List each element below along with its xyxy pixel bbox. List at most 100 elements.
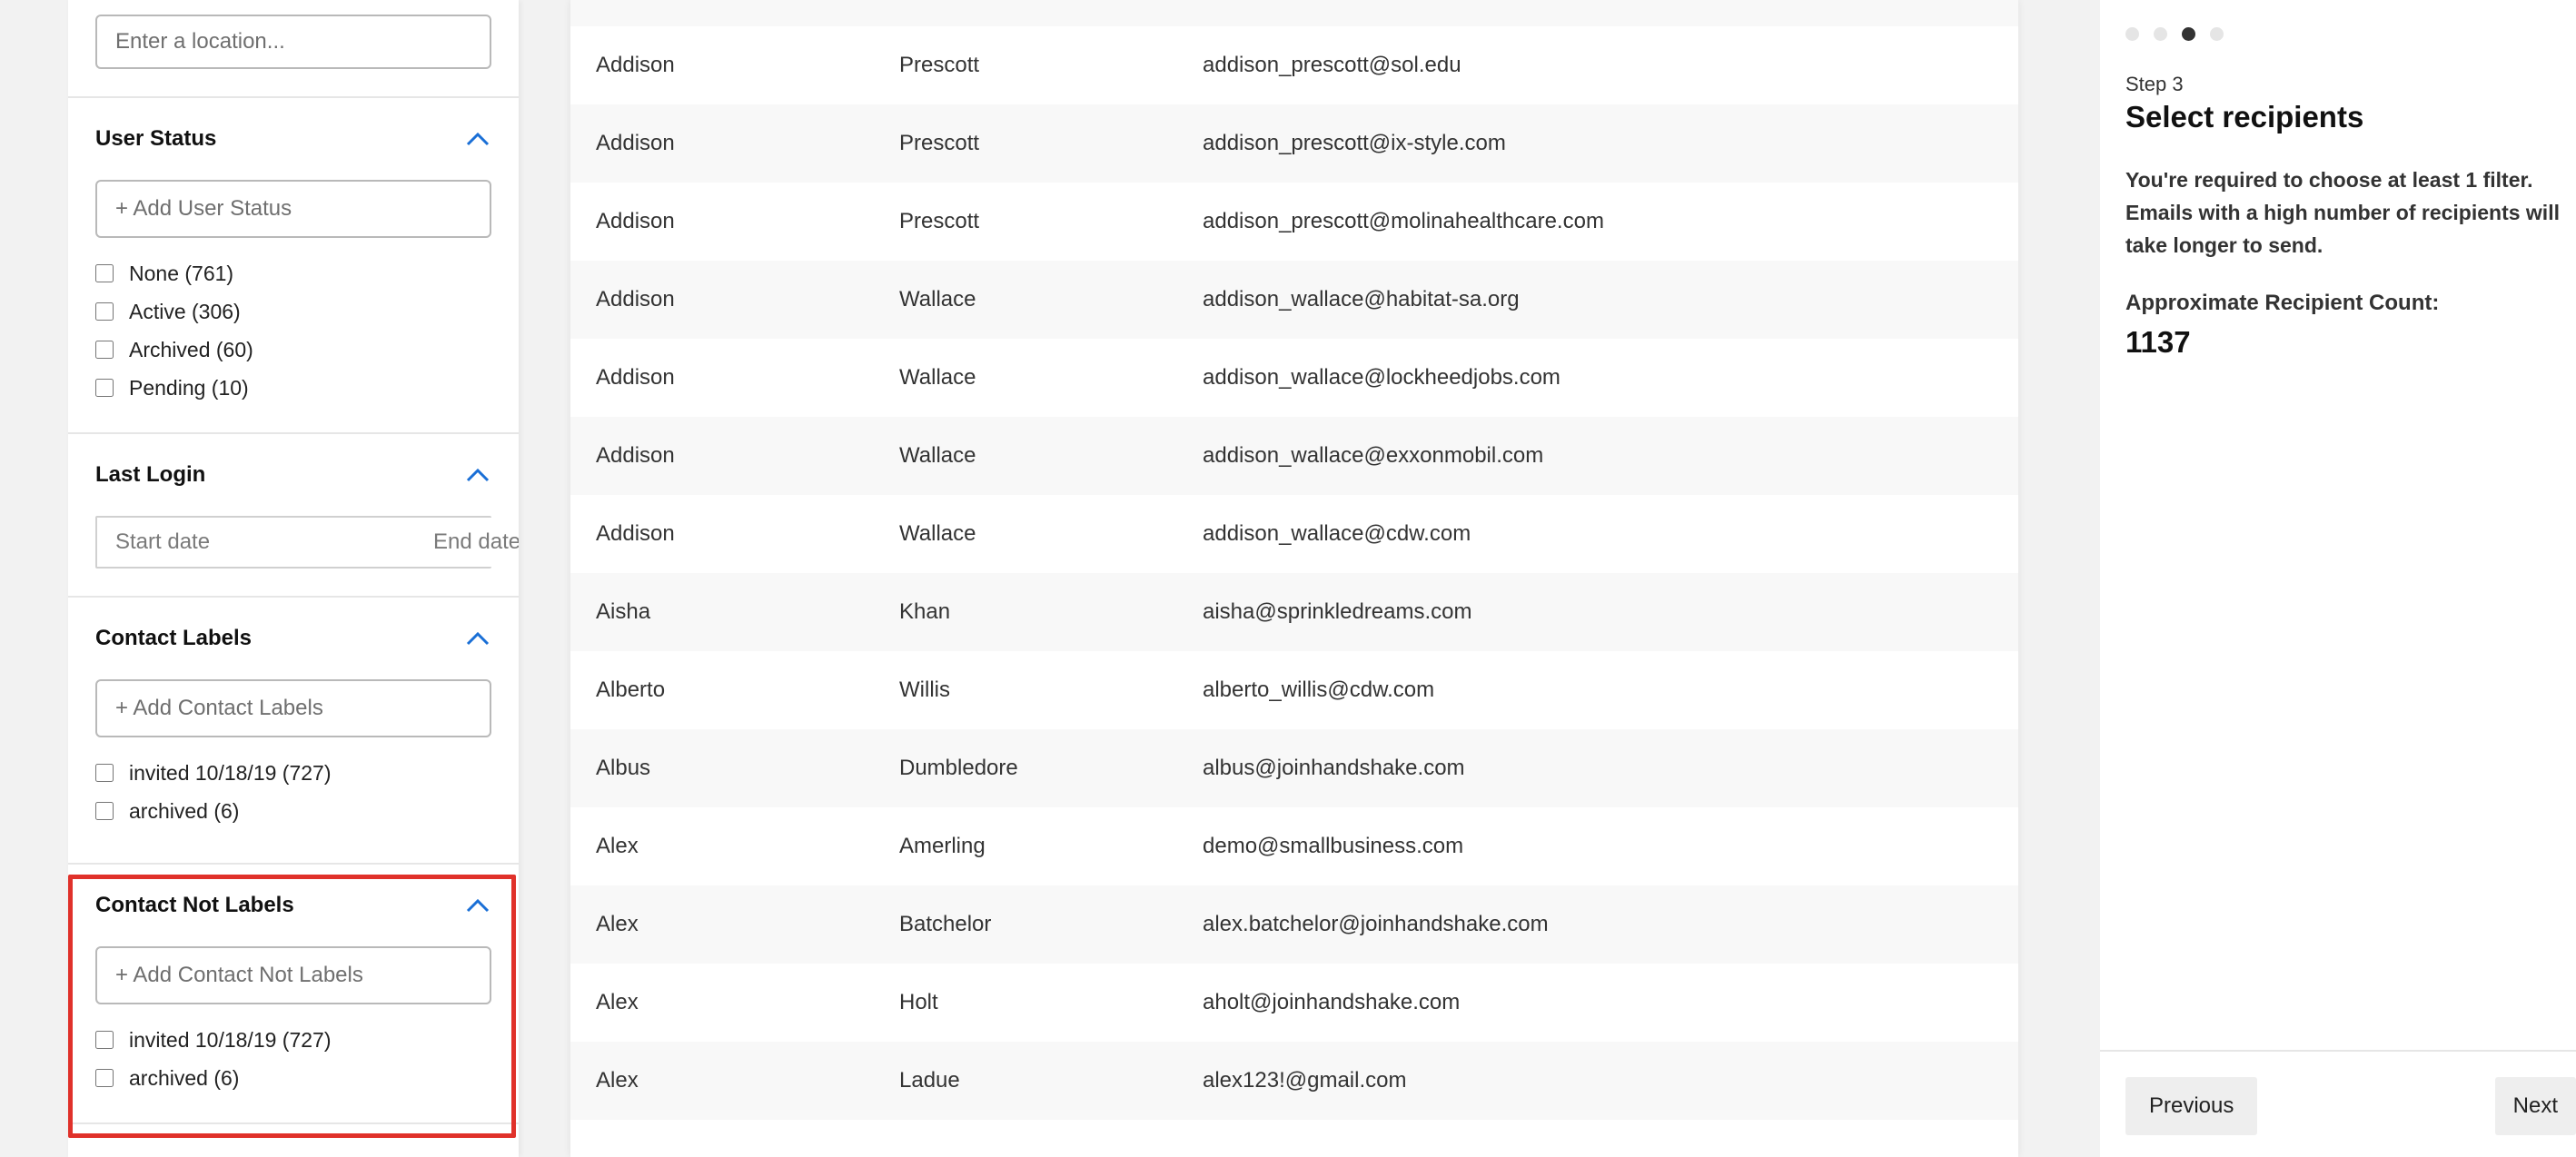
checkbox-option[interactable]: archived (6) [95,792,491,830]
date-range-picker [95,516,519,569]
section-title: User Status [95,126,217,151]
step-title: Select recipients [2125,100,2364,134]
table-row[interactable]: Addison Prescott addison_prescott@ix-style… [570,104,2018,183]
contact-not-labels-options: invited 10/18/19 (727) archived (6) [95,1021,491,1097]
chevron-up-icon[interactable] [464,461,491,489]
checkbox-label: invited 10/18/19 (727) [129,1027,332,1052]
table-row[interactable]: Addison Wallace addison_wallace@habitat-sa… [570,261,2018,339]
user-status-header[interactable]: User Status [95,98,491,180]
table-row[interactable]: Addison Prescott addison_prescott@sol.edu [570,26,2018,104]
checkbox-label: archived (6) [129,798,240,823]
checkbox-label: Archived (60) [129,337,253,361]
checkbox[interactable] [95,1069,114,1087]
recipient-count-value: 1137 [2125,325,2191,359]
step-description: You're required to choose at least 1 fil… [2125,168,2560,257]
last-name-cell: Amerling [899,834,986,858]
first-name-cell: Alex [596,834,639,858]
table-row[interactable]: Addison Wallace addison_wallace@lockheedjo… [570,339,2018,417]
table-row[interactable]: Alex Amerling demo@smallbusiness.com [570,807,2018,885]
checkbox-option[interactable]: invited 10/18/19 (727) [95,754,491,792]
email-cell: alex.batchelor@joinhandshake.com [1203,912,1549,936]
first-name-cell: Albus [596,756,651,780]
step-dot [2154,27,2167,41]
end-date-input[interactable] [415,518,519,567]
table-row [570,0,2018,26]
checkbox-option[interactable]: None (761) [95,254,491,292]
recipient-count-label: Approximate Recipient Count: [2125,291,2440,315]
contact-not-labels-input[interactable] [95,946,491,1004]
previous-button[interactable]: Previous [2125,1077,2258,1135]
last-name-cell: Prescott [899,53,980,77]
first-name-cell: Addison [596,287,675,312]
checkbox-label: archived (6) [129,1065,240,1090]
checkbox-option[interactable]: archived (6) [95,1059,491,1097]
table-row[interactable]: Albus Dumbledore albus@joinhandshake.com [570,729,2018,807]
last-name-cell: Ladue [899,1068,960,1093]
checkbox[interactable] [95,1031,114,1049]
contact-not-labels-header[interactable]: Contact Not Labels [95,865,491,946]
checkbox[interactable] [95,341,114,359]
last-name-cell: Dumbledore [899,756,1018,780]
last-login-section: Last Login [68,434,519,598]
checkbox[interactable] [95,264,114,282]
step-indicator [2125,27,2224,41]
checkbox-option[interactable]: Active (306) [95,292,491,331]
user-status-section: User Status None (761) Active (306) Arch… [68,98,519,434]
section-title: Last Login [95,462,206,487]
table-row[interactable]: Alex Holt aholt@joinhandshake.com [570,964,2018,1042]
step-dot [2125,27,2139,41]
contact-labels-section: Contact Labels invited 10/18/19 (727) ar… [68,598,519,865]
first-name-cell: Addison [596,443,675,468]
last-name-cell: Wallace [899,365,976,390]
chevron-up-icon[interactable] [464,125,491,153]
email-cell: aisha@sprinkledreams.com [1203,599,1472,624]
checkbox-option[interactable]: Archived (60) [95,331,491,369]
location-input[interactable] [95,15,491,69]
checkbox-label: Pending (10) [129,375,249,400]
first-name-cell: Addison [596,365,675,390]
last-name-cell: Holt [899,990,938,1014]
last-name-cell: Prescott [899,131,980,155]
first-name-cell: Alex [596,990,639,1014]
checkbox-label: invited 10/18/19 (727) [129,760,332,785]
first-name-cell: Alex [596,912,639,936]
email-cell: alex123!@gmail.com [1203,1068,1407,1093]
checkbox-label: Active (306) [129,299,241,323]
table-row[interactable]: Addison Prescott addison_prescott@molinahe… [570,183,2018,261]
checkbox[interactable] [95,302,114,321]
user-status-input[interactable] [95,180,491,238]
location-filter [68,0,519,98]
table-row[interactable]: Addison Wallace addison_wallace@exxonmobil… [570,417,2018,495]
start-date-input[interactable] [97,518,415,567]
chevron-up-icon[interactable] [464,892,491,919]
recipient-wizard-screen: User Status None (761) Active (306) Arch… [0,0,2576,1157]
contact-labels-input[interactable] [95,679,491,737]
checkbox-option[interactable]: Pending (10) [95,369,491,407]
next-button[interactable]: Next [2494,1077,2576,1135]
last-login-header[interactable]: Last Login [95,434,491,516]
last-name-cell: Batchelor [899,912,992,936]
table-row[interactable]: Alex Ladue alex123!@gmail.com [570,1042,2018,1120]
section-title: Contact Not Labels [95,893,294,917]
checkbox[interactable] [95,379,114,397]
contact-not-labels-section: Contact Not Labels invited 10/18/19 (727… [68,865,519,1124]
first-name-cell: Alex [596,1068,639,1093]
section-title: Contact Labels [95,626,253,650]
email-cell: addison_prescott@ix-style.com [1203,131,1506,155]
last-name-cell: Willis [899,677,950,702]
checkbox[interactable] [95,802,114,820]
first-name-cell: Addison [596,521,675,546]
table-row[interactable]: Alberto Willis alberto_willis@cdw.com [570,651,2018,729]
contact-labels-header[interactable]: Contact Labels [95,598,491,679]
contact-labels-options: invited 10/18/19 (727) archived (6) [95,754,491,830]
last-name-cell: Khan [899,599,951,624]
table-row[interactable]: Aisha Khan aisha@sprinkledreams.com [570,573,2018,651]
table-row[interactable]: Addison Wallace addison_wallace@cdw.com [570,495,2018,573]
checkbox-label: None (761) [129,261,234,285]
wizard-footer: Previous Next [2100,1050,2576,1157]
first-name-cell: Addison [596,131,675,155]
chevron-up-icon[interactable] [464,625,491,652]
checkbox-option[interactable]: invited 10/18/19 (727) [95,1021,491,1059]
checkbox[interactable] [95,764,114,782]
table-row[interactable]: Alex Batchelor alex.batchelor@joinhandshak… [570,885,2018,964]
